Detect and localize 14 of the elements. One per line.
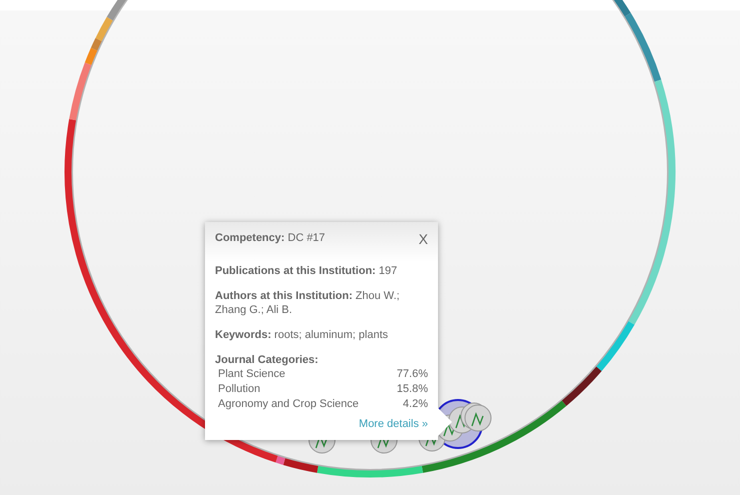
category-name: Plant Science <box>218 367 286 382</box>
category-share: 4.2% <box>402 397 428 412</box>
field-label: Competency: <box>215 232 285 244</box>
category-share: 15.8% <box>396 382 428 397</box>
field-value: DC #17 <box>288 232 326 244</box>
tooltip-field: Publications at this Institution: 197 <box>215 264 428 278</box>
category-name: Agronomy and Crop Science <box>218 397 359 412</box>
category-share: 77.6% <box>396 367 428 382</box>
more-details-link[interactable]: More details » <box>358 418 428 430</box>
categories-label: Journal Categories: <box>215 353 320 367</box>
category-name: Pollution <box>218 382 260 397</box>
close-button[interactable]: X <box>418 231 428 247</box>
tooltip-field: Keywords: roots; aluminum; plants <box>215 328 428 342</box>
tooltip-field: Authors at this Institution: Zhou W.; Zhang G.; Ali B. <box>215 289 428 317</box>
